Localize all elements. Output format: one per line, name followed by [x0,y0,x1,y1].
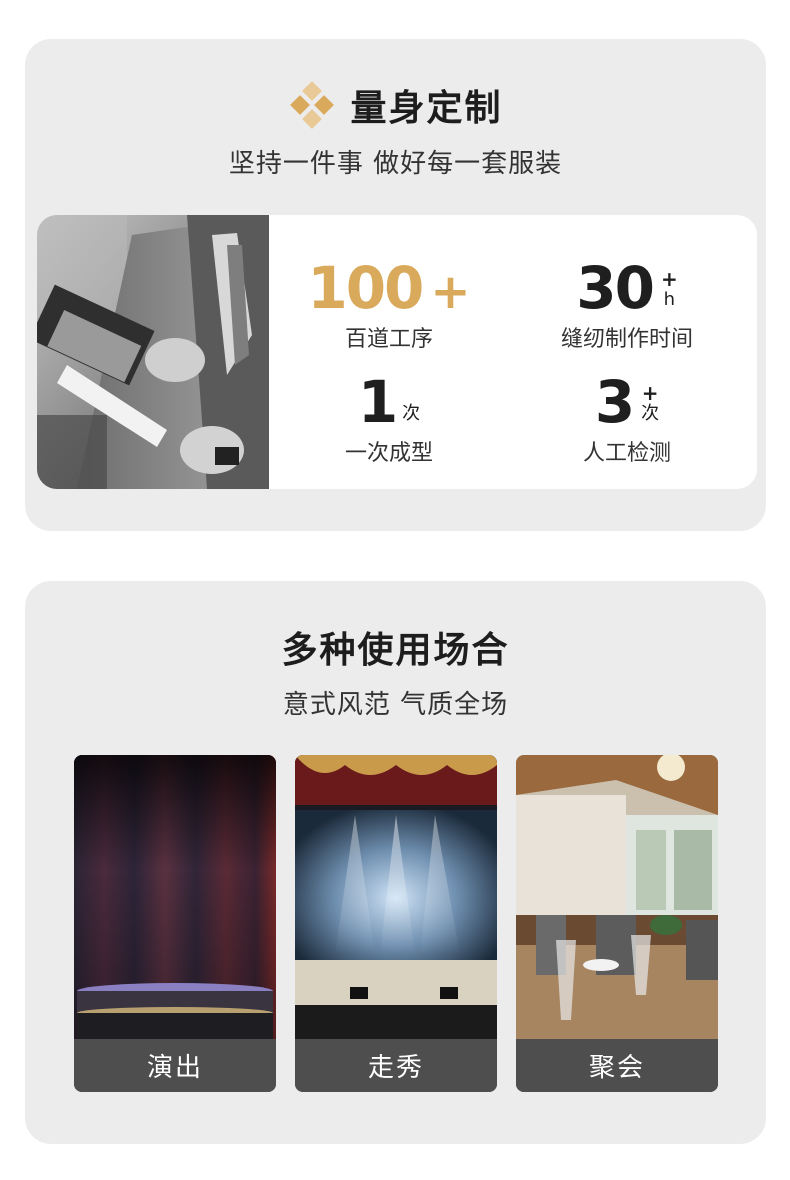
stat-process: 100 + 百道工序 [289,253,489,353]
custom-subtitle: 坚持一件事 做好每一套服装 [228,149,563,179]
custom-tailoring-panel: 量身定制 坚持一件事 做好每一套服装 100 + 百道工序 30 + h 缝纫制… [25,39,766,531]
stat-process-plus: + [430,264,471,320]
occasion-label-runway: 走秀 [295,1039,497,1092]
occasion-card-runway[interactable]: 走秀 [295,755,497,1092]
stat-one-shot-number: 1 [357,368,398,436]
occasions-panel: 多种使用场合 意式风范 气质全场 演出 走秀 聚会 [25,581,766,1144]
stat-one-shot: 1 次 一次成型 [289,367,489,467]
stats-card: 100 + 百道工序 30 + h 缝纫制作时间 1 次 一次成型 3 + 次 … [37,215,757,489]
diamond-logo-icon [290,81,335,129]
stat-inspection-unit: 次 [641,403,660,424]
stage-curtain-image [74,755,276,1039]
occasion-label-party: 聚会 [516,1039,718,1092]
stat-inspection-number: 3 [594,368,635,436]
stat-sewing-label: 缝纫制作时间 [560,327,693,352]
occasion-card-party[interactable]: 聚会 [516,755,718,1092]
stat-inspection: 3 + 次 人工检测 [527,367,727,467]
stat-one-shot-unit: 次 [402,403,421,424]
occasions-title: 多种使用场合 [281,630,510,671]
stat-sewing-number: 30 [576,254,655,322]
stat-inspection-label: 人工检测 [582,441,671,466]
stat-inspection-plus: + [641,381,659,405]
occasion-card-performance[interactable]: 演出 [74,755,276,1092]
custom-title-row: 量身定制 [25,79,766,131]
runway-stage-image [295,755,497,1039]
tailor-fitting-photo [37,215,269,489]
occasions-subtitle: 意式风范 气质全场 [282,690,509,720]
stat-sewing-time: 30 + h 缝纫制作时间 [527,253,727,353]
custom-title: 量身定制 [350,88,503,129]
stat-one-shot-label: 一次成型 [344,441,433,466]
stat-sewing-unit: h [663,289,676,310]
dining-room-image [516,755,718,1039]
occasion-label-performance: 演出 [74,1039,276,1092]
stat-sewing-plus: + [660,267,678,291]
stat-process-number: 100 [307,254,424,322]
stat-process-label: 百道工序 [344,327,433,352]
